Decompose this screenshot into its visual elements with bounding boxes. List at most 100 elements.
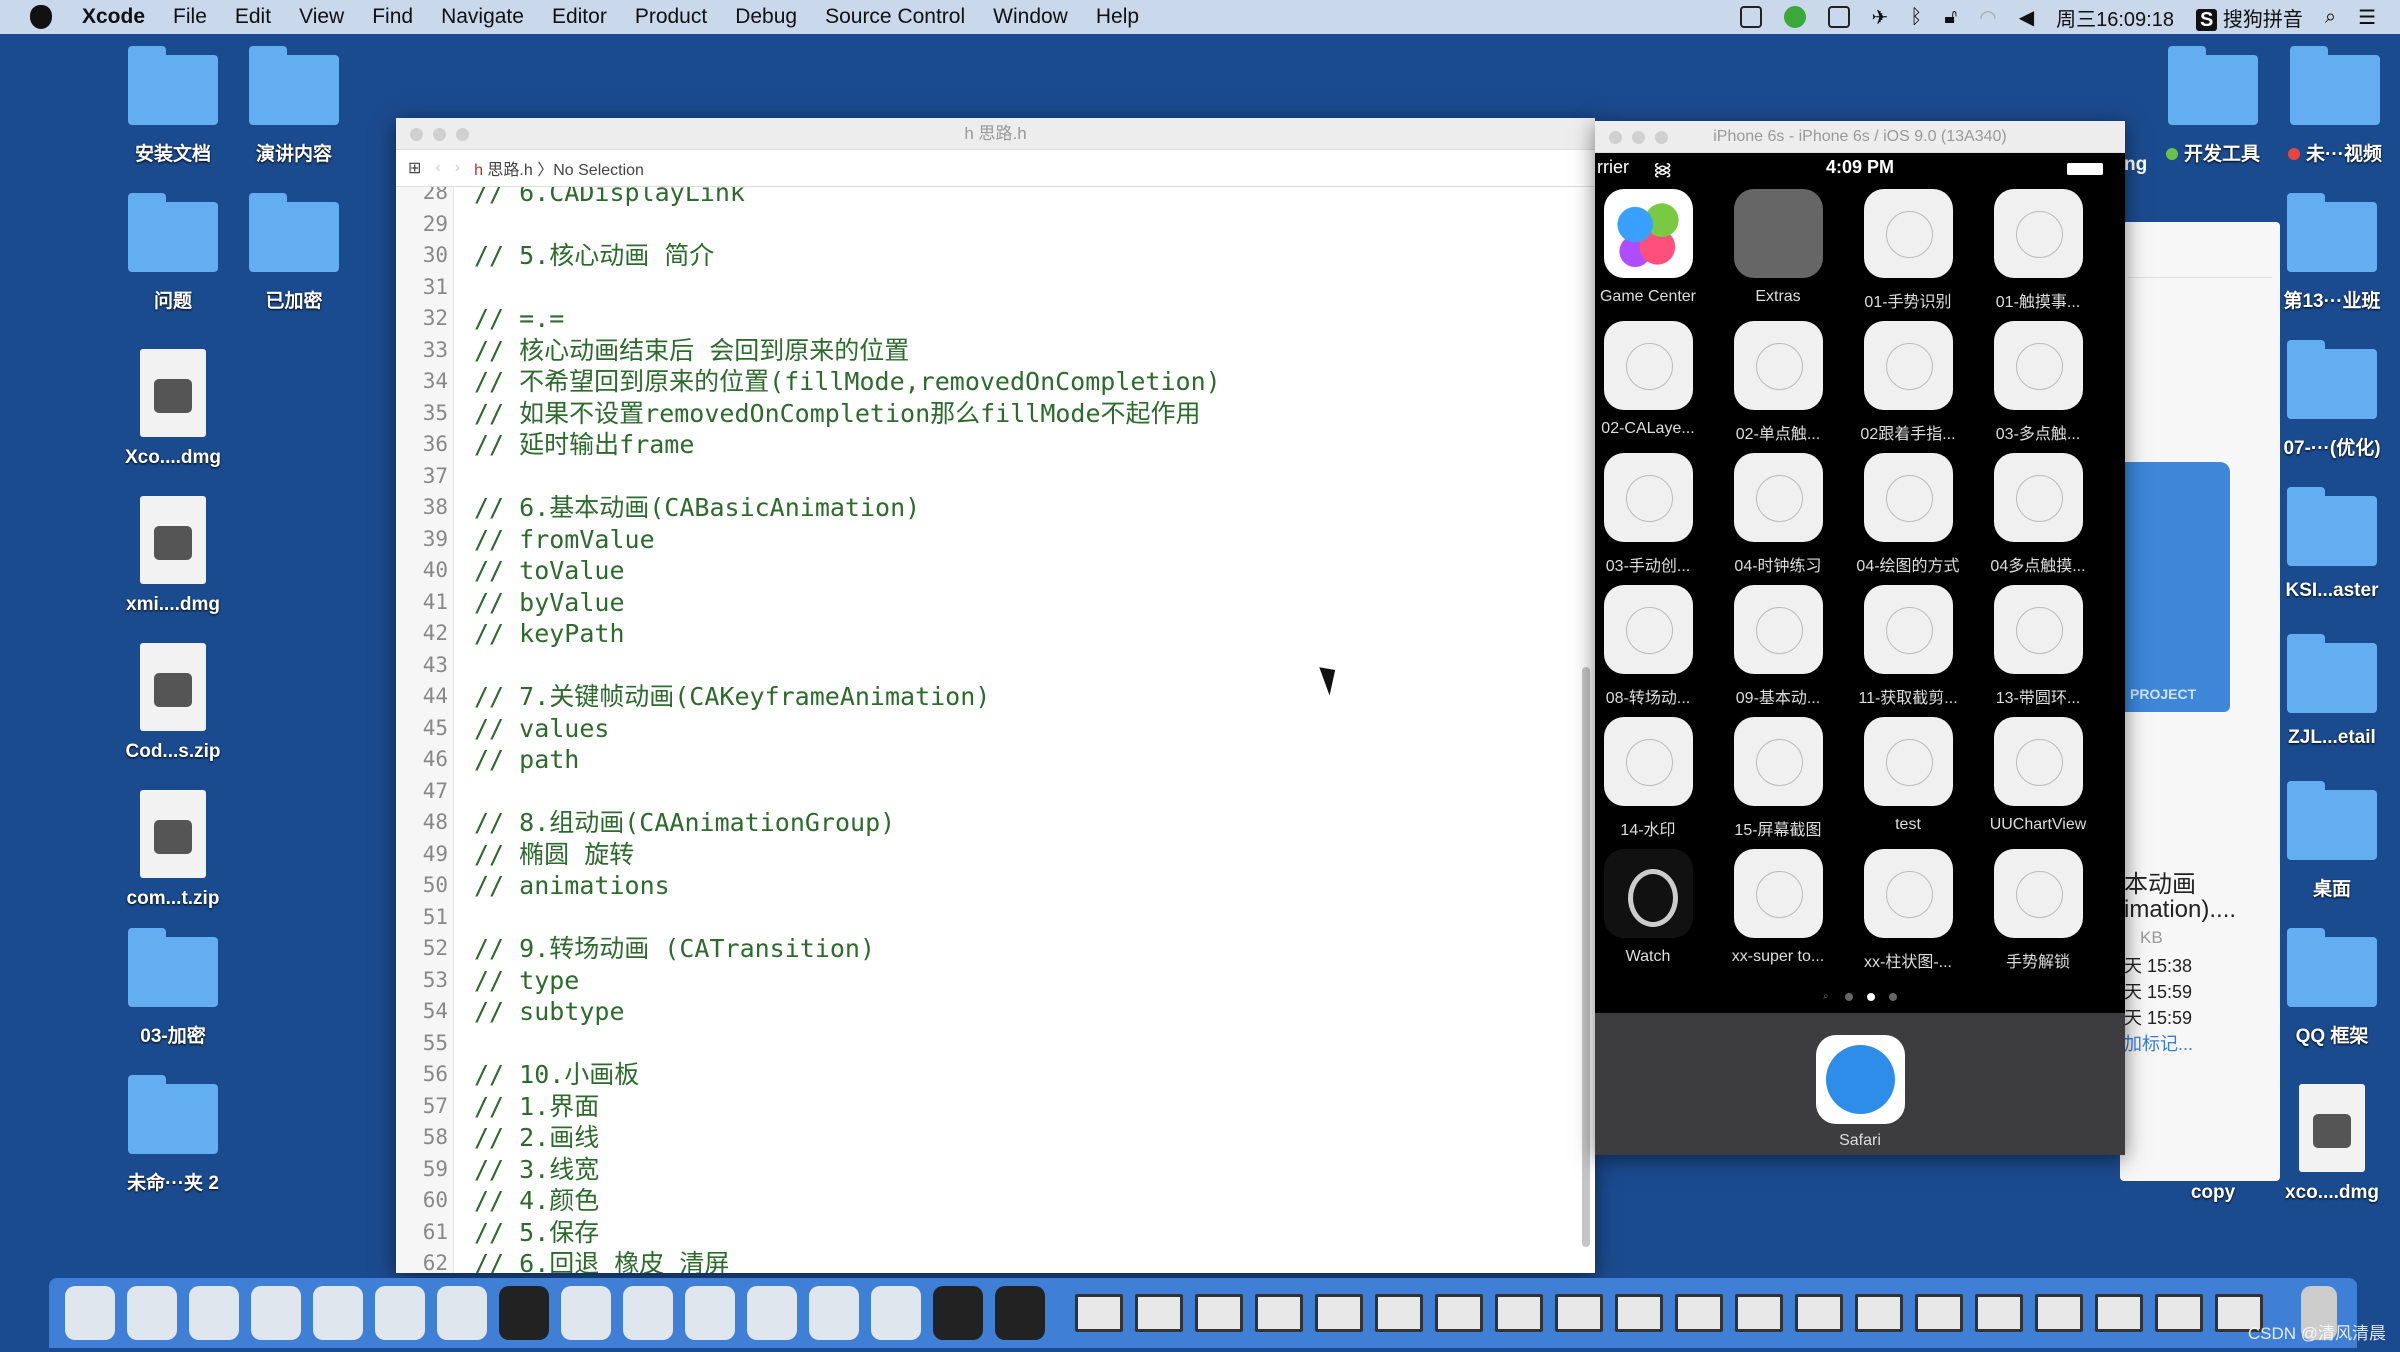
desktop-item[interactable]: 03-加密 [108, 928, 238, 1048]
app-icon-item[interactable]: xx-柱状图-... [1843, 849, 1973, 972]
code-line[interactable]: 33 // 核心动画结束后 会回到原来的位置 [396, 335, 1576, 367]
desktop-item[interactable]: com...t.zip [108, 790, 238, 910]
apple-menu-icon[interactable] [30, 5, 52, 29]
xcode-icon[interactable] [375, 1286, 425, 1340]
console-icon[interactable] [933, 1286, 983, 1340]
ibooks-icon[interactable] [871, 1286, 921, 1340]
related-items-icon[interactable]: ⊞ [408, 158, 421, 178]
forward-button[interactable]: › [455, 159, 460, 177]
code-line[interactable]: 37 [396, 461, 1576, 493]
desktop-item[interactable]: 已加密 [229, 193, 359, 313]
breadcrumb-file[interactable]: 思路.h [487, 162, 532, 179]
app-icon-item[interactable]: 15-屏幕截图 [1713, 717, 1843, 840]
minimized-window-icon[interactable] [1435, 1294, 1483, 1332]
code-line[interactable]: 61 // 5.保存 [396, 1217, 1576, 1249]
code-line[interactable]: 57 // 1.界面 [396, 1091, 1576, 1123]
input-method[interactable]: S 搜狗拼音 [2195, 3, 2303, 32]
code-line[interactable]: 60 // 4.颜色 [396, 1185, 1576, 1217]
minimized-window-icon[interactable] [1615, 1294, 1663, 1332]
app-icon-item[interactable]: test [1843, 717, 1973, 834]
sketch-icon[interactable] [623, 1286, 673, 1340]
desktop-item[interactable]: 开发工具 [2148, 46, 2278, 166]
photo-slideshow-icon[interactable] [313, 1286, 363, 1340]
code-line[interactable]: 47 [396, 776, 1576, 808]
code-line[interactable]: 42 // keyPath [396, 618, 1576, 650]
mouse-icon[interactable] [251, 1286, 301, 1340]
screen-mirror-icon[interactable] [1739, 6, 1762, 28]
camera-icon[interactable] [1827, 6, 1850, 28]
minimized-window-icon[interactable] [2155, 1294, 2203, 1332]
app-icon-item[interactable]: 04-时钟练习 [1713, 453, 1843, 576]
app-icon-item[interactable]: Game Center [1583, 189, 1713, 306]
clock[interactable]: 周三16:09:18 [2056, 3, 2174, 32]
code-editor[interactable]: 28 // 6.CADisplayLink 29 30 // 5.核心动画 简介 31 32… [396, 187, 1595, 1273]
quicktime-icon[interactable] [747, 1286, 797, 1340]
code-line[interactable]: 55 [396, 1028, 1576, 1060]
code-line[interactable]: 36 // 延时输出frame [396, 429, 1576, 461]
wechat-icon[interactable] [1783, 6, 1806, 28]
menu-window[interactable]: Window [993, 5, 1068, 29]
code-line[interactable]: 43 [396, 650, 1576, 682]
minimized-window-icon[interactable] [1915, 1294, 1963, 1332]
minimized-window-icon[interactable] [1675, 1294, 1723, 1332]
menu-view[interactable]: View [299, 5, 344, 29]
menu-navigate[interactable]: Navigate [441, 5, 524, 29]
code-line[interactable]: 34 // 不希望回到原来的位置(fillMode,removedOnComple… [396, 366, 1576, 398]
code-line[interactable]: 50 // animations [396, 870, 1576, 902]
desktop-item[interactable]: 桌面 [2267, 781, 2397, 901]
code-line[interactable]: 51 [396, 902, 1576, 934]
app-icon-item[interactable]: 11-获取截剪... [1843, 585, 1973, 708]
launchpad-icon[interactable] [127, 1286, 177, 1340]
desktop-item[interactable]: 07-···(优化) [2267, 340, 2397, 460]
app-icon-item[interactable]: 手势解锁 [1973, 849, 2103, 972]
app-icon-item[interactable]: Extras [1713, 189, 1843, 306]
desktop-item[interactable]: 第13···业班 [2267, 193, 2397, 313]
app-icon-item[interactable]: 04多点触摸... [1973, 453, 2103, 576]
airplane-icon[interactable]: ✈ [1872, 5, 1889, 30]
sim-close-button[interactable] [1609, 131, 1622, 144]
system-preferences-icon[interactable] [561, 1286, 611, 1340]
app-icon-item[interactable]: 01-触摸事... [1973, 189, 2103, 312]
code-line[interactable]: 58 // 2.画线 [396, 1122, 1576, 1154]
code-line[interactable]: 28 // 6.CADisplayLink [396, 187, 1576, 209]
zoom-button[interactable] [456, 128, 469, 141]
app-icon-item[interactable]: 04-绘图的方式 [1843, 453, 1973, 576]
app-icon-item[interactable]: 02-CALaye... [1583, 321, 1713, 438]
code-line[interactable]: 41 // byValue [396, 587, 1576, 619]
preview-icon[interactable] [995, 1286, 1045, 1340]
desktop-item[interactable]: KSI...aster [2267, 487, 2397, 602]
teamviewer-icon[interactable] [809, 1286, 859, 1340]
app-icon-item[interactable]: 09-基本动... [1713, 585, 1843, 708]
wifi-icon[interactable]: ◠ [1979, 5, 1996, 30]
xcode-titlebar[interactable]: h 思路.h [396, 118, 1595, 150]
app-icon-item[interactable]: 08-转场动... [1583, 585, 1713, 708]
desktop-item[interactable]: 未···视频 [2270, 46, 2400, 166]
menu-product[interactable]: Product [635, 5, 707, 29]
safari-icon[interactable] [189, 1286, 239, 1340]
sim-zoom-button[interactable] [1655, 131, 1668, 144]
menu-source-control[interactable]: Source Control [825, 5, 965, 29]
code-line[interactable]: 54 // subtype [396, 996, 1576, 1028]
app-icon-item[interactable]: 14-水印 [1583, 717, 1713, 840]
minimized-window-icon[interactable] [2095, 1294, 2143, 1332]
terminal-icon[interactable] [499, 1286, 549, 1340]
app-safari[interactable]: Safari [1795, 1035, 1925, 1150]
app-icon-item[interactable]: UUChartView [1973, 717, 2103, 834]
menu-find[interactable]: Find [372, 5, 413, 29]
code-line[interactable]: 40 // toValue [396, 555, 1576, 587]
minimize-button[interactable] [433, 128, 446, 141]
code-line[interactable]: 46 // path [396, 744, 1576, 776]
desktop-item[interactable]: xmi....dmg [108, 496, 238, 616]
lock-icon[interactable]: 🔓︎ [1944, 6, 1957, 29]
list-icon[interactable]: ☰ [2358, 5, 2376, 30]
menu-editor[interactable]: Editor [552, 5, 607, 29]
minimized-window-icon[interactable] [1795, 1294, 1843, 1332]
finder-search[interactable] [2128, 242, 2272, 278]
minimized-window-icon[interactable] [2035, 1294, 2083, 1332]
desktop-item[interactable]: 安装文档 [108, 46, 238, 166]
code-line[interactable]: 62 // 6.回退 橡皮 清屏 [396, 1248, 1576, 1273]
app-icon-item[interactable]: 01-手势识别 [1843, 189, 1973, 312]
code-line[interactable]: 35 // 如果不设置removedOnCompletion那么fillMode不… [396, 398, 1576, 430]
xcode-beta-icon[interactable] [437, 1286, 487, 1340]
minimized-window-icon[interactable] [1555, 1294, 1603, 1332]
